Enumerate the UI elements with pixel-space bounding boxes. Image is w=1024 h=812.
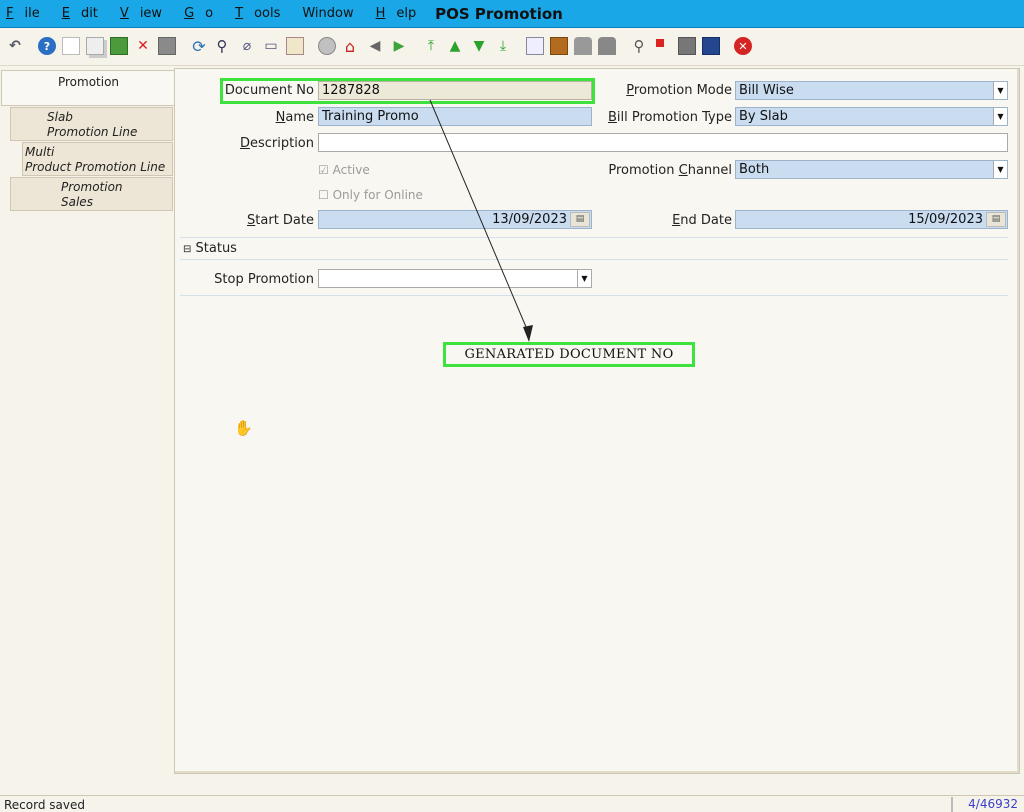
hand-cursor-icon: ✋ (234, 419, 253, 437)
status-message: Record saved (4, 798, 85, 812)
annotation-callout: GENARATED DOCUMENT NO (443, 342, 695, 367)
status-bar: Record saved 4/46932 (0, 795, 1024, 812)
annotation-arrow (429, 99, 533, 342)
record-counter[interactable]: 4/46932 (952, 797, 1020, 812)
